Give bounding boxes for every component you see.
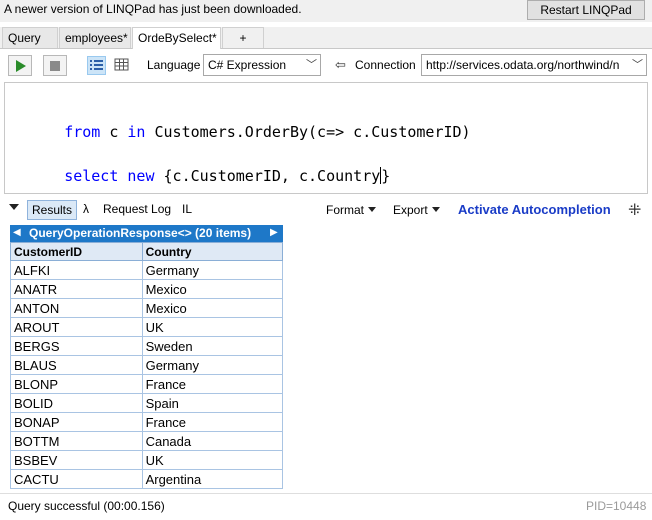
- table-row: BOLID Spain: [10, 393, 283, 413]
- keyword-select: select: [64, 167, 119, 185]
- cell-customerid: BONAP: [10, 412, 143, 432]
- cell-customerid: CACTU: [10, 469, 143, 489]
- query-tabs: Query 1* employees* OrdeBySelect* +: [0, 27, 652, 65]
- expand-right-icon: ▶: [270, 227, 278, 238]
- process-id: PID=10448: [586, 499, 647, 513]
- table-row: BONAP France: [10, 412, 283, 432]
- tab-request-log[interactable]: Request Log: [99, 200, 175, 220]
- cell-country: Germany: [141, 260, 283, 280]
- rich-text-view-button[interactable]: [87, 56, 106, 75]
- tab-il[interactable]: IL: [178, 200, 196, 220]
- play-icon: [16, 60, 26, 72]
- keyword-from: from: [64, 123, 101, 141]
- connection-select[interactable]: http://services.odata.org/northwind/n ﹀: [421, 54, 647, 76]
- collapse-left-icon: ◀: [13, 227, 21, 238]
- results-toolbar: Results λ Request Log IL Format Export A…: [0, 198, 652, 221]
- cell-country: Germany: [141, 355, 283, 375]
- results-panel: ◀ QueryOperationResponse<> (20 items) ▶ …: [10, 225, 283, 493]
- cell-country: Canada: [141, 431, 283, 451]
- export-menu-label: Export: [393, 203, 428, 217]
- stop-button[interactable]: [43, 55, 67, 76]
- tab-query-1[interactable]: Query 1*: [2, 27, 58, 65]
- keyword-in: in: [127, 123, 146, 141]
- data-grid-view-button[interactable]: [113, 56, 132, 75]
- cell-country: Mexico: [141, 279, 283, 299]
- chevron-down-icon: ﹀: [630, 55, 643, 75]
- cell-country: Sweden: [141, 336, 283, 356]
- keyword-new: new: [127, 167, 155, 185]
- linqpad-window: A newer version of LINQPad has just been…: [0, 0, 652, 520]
- table-row: BERGS Sweden: [10, 336, 283, 356]
- code-text: c: [100, 123, 128, 141]
- status-text: Query successful (00:00.156): [8, 499, 165, 513]
- cell-country: Mexico: [141, 298, 283, 318]
- table-header-row: CustomerID Country: [10, 242, 283, 261]
- collapse-results-icon[interactable]: [9, 204, 19, 210]
- tab-lambda[interactable]: λ: [79, 200, 93, 220]
- restart-linqpad-button[interactable]: Restart LINQPad: [527, 0, 645, 20]
- activate-autocompletion-link[interactable]: Activate Autocompletion: [458, 202, 611, 217]
- cell-customerid: ANTON: [10, 298, 143, 318]
- format-menu[interactable]: Format: [326, 203, 377, 217]
- rich-text-view-icon: [90, 60, 103, 70]
- code-text: }: [381, 167, 391, 185]
- stop-icon: [50, 61, 60, 71]
- table-row: AROUT UK: [10, 317, 283, 337]
- result-header-title: QueryOperationResponse<> (20 items): [29, 226, 252, 240]
- cell-country: France: [141, 374, 283, 394]
- sparkle-icon[interactable]: ⁜: [628, 200, 641, 220]
- export-menu[interactable]: Export: [393, 203, 440, 217]
- cell-country: Spain: [141, 393, 283, 413]
- run-button[interactable]: [8, 55, 32, 76]
- connection-arrow-icon: ⇦: [335, 57, 346, 72]
- format-menu-label: Format: [326, 203, 365, 217]
- new-tab-button[interactable]: +: [222, 27, 264, 48]
- table-row: ANTON Mexico: [10, 298, 283, 318]
- table-row: CACTU Argentina: [10, 469, 283, 489]
- table-row: BLONP France: [10, 374, 283, 394]
- code-editor[interactable]: from c in Customers.OrderBy(c=> c.Custom…: [4, 82, 648, 194]
- column-header-customerid[interactable]: CustomerID: [10, 242, 143, 261]
- update-notification-bar: A newer version of LINQPad has just been…: [0, 0, 652, 22]
- connection-label: Connection: [355, 58, 416, 72]
- cell-country: Argentina: [141, 469, 283, 489]
- data-grid-icon: [114, 58, 129, 71]
- code-text: {c.CustomerID, c.Country: [154, 167, 381, 185]
- cell-customerid: BOLID: [10, 393, 143, 413]
- dropdown-arrow-icon: [431, 207, 440, 212]
- cell-customerid: BSBEV: [10, 450, 143, 470]
- results-table: CustomerID Country ALFKI Germany ANATR Mexi…: [10, 242, 283, 489]
- cell-customerid: BOTTM: [10, 431, 143, 451]
- connection-select-value: http://services.odata.org/northwind/n: [426, 58, 620, 72]
- table-row: ALFKI Germany: [10, 260, 283, 280]
- table-row: BLAUS Germany: [10, 355, 283, 375]
- table-row: BSBEV UK: [10, 450, 283, 470]
- cell-customerid: BLONP: [10, 374, 143, 394]
- result-header[interactable]: ◀ QueryOperationResponse<> (20 items) ▶: [10, 225, 283, 242]
- language-select[interactable]: C# Expression ﹀: [203, 54, 321, 76]
- column-header-country[interactable]: Country: [141, 242, 283, 261]
- status-bar: Query successful (00:00.156) PID=10448: [0, 493, 652, 520]
- update-message: A newer version of LINQPad has just been…: [4, 2, 302, 16]
- chevron-down-icon: ﹀: [306, 59, 317, 71]
- tab-ordebyselect[interactable]: OrdeBySelect*: [132, 27, 221, 49]
- cell-country: UK: [141, 317, 283, 337]
- cell-customerid: ANATR: [10, 279, 143, 299]
- code-line-2: select new {c.CustomerID, c.Country}: [10, 149, 390, 203]
- language-label: Language: [147, 58, 201, 72]
- dropdown-arrow-icon: [368, 207, 377, 212]
- cell-country: France: [141, 412, 283, 432]
- tab-employees[interactable]: employees*: [59, 27, 131, 48]
- cell-customerid: AROUT: [10, 317, 143, 337]
- table-row: BOTTM Canada: [10, 431, 283, 451]
- table-row: ANATR Mexico: [10, 279, 283, 299]
- tab-results[interactable]: Results: [27, 200, 78, 220]
- code-text: Customers.OrderBy(c=> c.CustomerID): [145, 123, 471, 141]
- cell-customerid: BERGS: [10, 336, 143, 356]
- cell-customerid: BLAUS: [10, 355, 143, 375]
- language-select-value: C# Expression: [208, 58, 287, 72]
- cell-customerid: ALFKI: [10, 260, 143, 280]
- cell-country: UK: [141, 450, 283, 470]
